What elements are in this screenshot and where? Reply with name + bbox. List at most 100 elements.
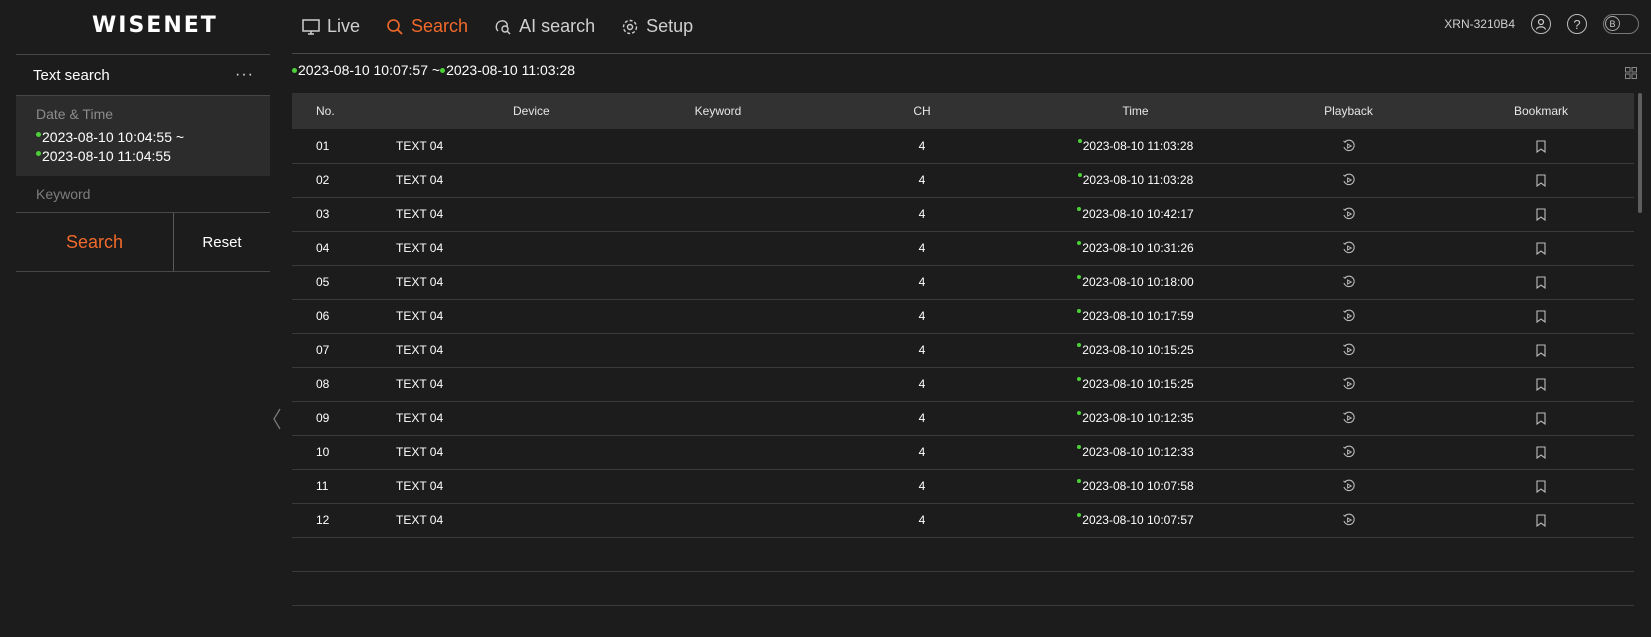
table-row[interactable]: 11 TEXT 04 4 2023-08-10 10:07:58 <box>292 469 1634 503</box>
playback-icon[interactable] <box>1342 275 1356 289</box>
bookmark-icon[interactable] <box>1536 275 1546 290</box>
nav-ai-search[interactable]: AI search <box>494 16 595 37</box>
playback-icon[interactable] <box>1342 513 1356 527</box>
dst-dot <box>1077 207 1082 211</box>
bookmark-icon[interactable] <box>1536 377 1546 392</box>
dst-dot <box>1077 309 1082 313</box>
cell-time-text: 2023-08-10 10:07:57 <box>1082 513 1194 527</box>
bookmark-icon[interactable] <box>1536 241 1546 256</box>
table-row[interactable]: 08 TEXT 04 4 2023-08-10 10:15:25 <box>292 367 1634 401</box>
more-options-icon[interactable]: ··· <box>235 66 254 84</box>
reset-button[interactable]: Reset <box>174 213 270 271</box>
bookmark-icon[interactable] <box>1536 309 1546 324</box>
cell-time-text: 2023-08-10 10:17:59 <box>1082 309 1194 323</box>
playback-icon[interactable] <box>1342 138 1356 152</box>
cell-time-text: 2023-08-10 10:07:58 <box>1082 479 1194 493</box>
cell-bookmark <box>1448 469 1634 503</box>
search-sidebar: Text search ··· Date & Time 2023-08-10 1… <box>16 54 270 272</box>
cell-playback <box>1249 129 1448 163</box>
cell-time-text: 2023-08-10 10:18:00 <box>1082 275 1194 289</box>
playback-icon[interactable] <box>1342 207 1356 221</box>
user-icon[interactable] <box>1531 14 1551 34</box>
nav-ai-search-label: AI search <box>519 16 596 36</box>
search-button[interactable]: Search <box>16 213 174 271</box>
cell-keyword <box>614 469 822 503</box>
playback-icon[interactable] <box>1342 309 1356 323</box>
table-row[interactable]: 12 TEXT 04 4 2023-08-10 10:07:57 <box>292 503 1634 537</box>
cell-keyword <box>614 231 822 265</box>
cell-ch: 4 <box>918 377 926 391</box>
dst-dot <box>1077 445 1082 449</box>
bookmark-icon[interactable] <box>1536 513 1546 528</box>
playback-icon[interactable] <box>1342 241 1356 255</box>
table-row[interactable]: 02 TEXT 04 4 2023-08-10 11:03:28 <box>292 163 1634 197</box>
top-right-controls: XRN-3210B4 ? B <box>1444 14 1639 34</box>
cell-no: 11 <box>316 479 329 493</box>
cell-ch: 4 <box>918 309 926 323</box>
cell-device: TEXT 04 <box>396 309 444 323</box>
playback-icon[interactable] <box>1342 479 1356 493</box>
col-header-keyword[interactable]: Keyword <box>614 93 822 129</box>
col-header-no[interactable]: No. <box>292 93 364 129</box>
dst-dot <box>1077 513 1082 517</box>
playback-icon[interactable] <box>1342 173 1356 187</box>
bookmark-icon[interactable] <box>1536 173 1546 188</box>
table-row[interactable]: 07 TEXT 04 4 2023-08-10 10:15:25 <box>292 333 1634 367</box>
bookmark-icon[interactable] <box>1536 207 1546 222</box>
dst-dot <box>1077 411 1082 415</box>
col-header-time[interactable]: Time <box>1022 93 1249 129</box>
table-row[interactable]: 05 TEXT 04 4 2023-08-10 10:18:00 <box>292 265 1634 299</box>
col-header-ch[interactable]: CH <box>822 93 1022 129</box>
playback-icon[interactable] <box>1342 377 1356 391</box>
table-row[interactable]: 10 TEXT 04 4 2023-08-10 10:12:33 <box>292 435 1634 469</box>
date-time-field[interactable]: Date & Time 2023-08-10 10:04:55 ~ 2023-0… <box>16 96 270 176</box>
bookmark-icon[interactable] <box>1536 479 1546 494</box>
date-from-text: 2023-08-10 10:04:55 ~ <box>42 129 185 145</box>
theme-toggle[interactable]: B <box>1603 14 1639 34</box>
cell-bookmark <box>1448 129 1634 163</box>
cell-keyword <box>614 367 822 401</box>
bookmark-icon[interactable] <box>1536 343 1546 358</box>
table-row[interactable]: 03 TEXT 04 4 2023-08-10 10:42:17 <box>292 197 1634 231</box>
bookmark-icon[interactable] <box>1536 411 1546 426</box>
range-start: 2023-08-10 10:07:57 ~ <box>298 62 441 78</box>
table-row[interactable]: 06 TEXT 04 4 2023-08-10 10:17:59 <box>292 299 1634 333</box>
cell-ch: 4 <box>918 513 926 527</box>
help-icon[interactable]: ? <box>1567 14 1587 34</box>
col-header-device[interactable]: Device <box>364 93 614 129</box>
dst-dot <box>1077 138 1082 143</box>
cell-keyword <box>614 265 822 299</box>
dst-dot <box>1077 275 1082 279</box>
table-row[interactable]: 09 TEXT 04 4 2023-08-10 10:12:35 <box>292 401 1634 435</box>
cell-time: 2023-08-10 10:18:00 <box>1022 265 1249 299</box>
playback-icon[interactable] <box>1342 343 1356 357</box>
chevron-left-icon[interactable] <box>272 408 282 435</box>
playback-icon[interactable] <box>1342 445 1356 459</box>
main-nav: Live Search AI search Setup <box>302 0 693 53</box>
nav-search[interactable]: Search <box>386 16 468 37</box>
cell-no: 08 <box>316 377 330 391</box>
nav-setup[interactable]: Setup <box>621 16 693 37</box>
cell-time: 2023-08-10 10:07:58 <box>1022 469 1249 503</box>
wisenet-logo: WISENET <box>92 13 218 38</box>
bookmark-icon[interactable] <box>1536 139 1546 153</box>
cell-ch: 4 <box>918 173 926 187</box>
cell-time-text: 2023-08-10 10:31:26 <box>1082 241 1194 255</box>
table-row[interactable]: 04 TEXT 04 4 2023-08-10 10:31:26 <box>292 231 1634 265</box>
ai-search-icon <box>494 18 512 36</box>
cell-time: 2023-08-10 10:42:17 <box>1022 197 1249 231</box>
table-scrollbar[interactable] <box>1638 93 1642 213</box>
cell-keyword <box>614 401 822 435</box>
bookmark-icon[interactable] <box>1536 445 1546 460</box>
grid-view-icon[interactable] <box>1625 66 1637 84</box>
cell-ch: 4 <box>918 138 926 153</box>
table-row[interactable]: 01 TEXT 04 4 2023-08-10 11:03:28 <box>292 129 1634 163</box>
nav-live[interactable]: Live <box>302 16 360 37</box>
cell-no: 01 <box>316 138 330 153</box>
playback-icon[interactable] <box>1342 411 1356 425</box>
keyword-input[interactable]: Keyword <box>16 176 270 213</box>
cell-time: 2023-08-10 11:03:28 <box>1022 163 1249 197</box>
dst-dot <box>1077 479 1082 483</box>
cell-playback <box>1249 503 1448 537</box>
cell-time: 2023-08-10 10:17:59 <box>1022 299 1249 333</box>
